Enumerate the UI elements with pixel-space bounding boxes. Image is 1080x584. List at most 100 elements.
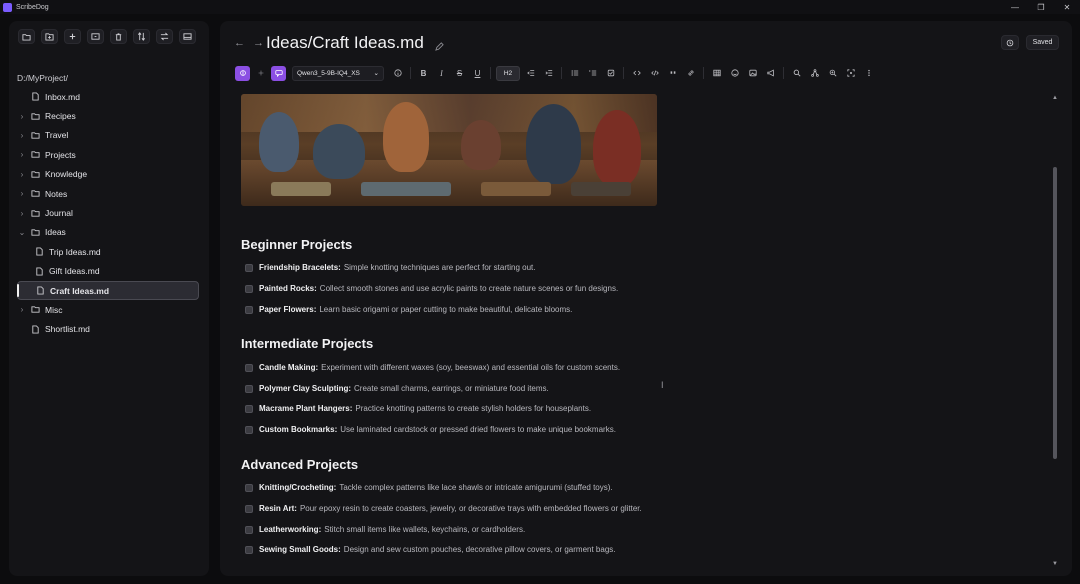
delete-button[interactable] — [110, 29, 127, 44]
task-checkbox[interactable] — [245, 525, 253, 534]
bold-button[interactable]: B — [416, 66, 431, 81]
search-button[interactable] — [789, 66, 804, 81]
tree-item-recipes[interactable]: › Recipes — [17, 106, 199, 125]
announce-button[interactable] — [763, 66, 778, 81]
swap-icon — [160, 32, 169, 41]
ai-assist-button[interactable] — [235, 65, 250, 81]
toggle-panel-button[interactable] — [179, 29, 196, 44]
bullet-list-button[interactable] — [567, 66, 582, 81]
indent-button[interactable] — [541, 66, 556, 81]
task-item: Resin Art: Pour epoxy resin to create coa… — [245, 504, 642, 513]
folder-icon — [30, 169, 40, 179]
focus-mode-button[interactable] — [843, 66, 858, 81]
info-button[interactable] — [390, 66, 405, 81]
task-checkbox[interactable] — [245, 284, 253, 293]
tree-item-knowledge[interactable]: › Knowledge — [17, 165, 199, 184]
underline-button[interactable]: U — [470, 66, 485, 81]
editor-toolbar: Qwen3_5-9B-IQ4_XS ⌄ B I S U H2 — [235, 64, 876, 82]
more-vertical-icon — [867, 69, 870, 77]
code-block-button[interactable] — [647, 66, 662, 81]
chevron-right-icon[interactable]: › — [17, 112, 27, 121]
new-folder-button[interactable] — [41, 29, 58, 44]
swap-button[interactable] — [156, 29, 173, 44]
search-icon — [793, 69, 801, 77]
tree-item-ideas[interactable]: ⌄ Ideas — [17, 223, 199, 242]
more-options-button[interactable] — [861, 66, 876, 81]
tree-item-gift-ideas[interactable]: Gift Ideas.md — [17, 262, 199, 281]
folder-icon — [30, 208, 40, 218]
tree-item-notes[interactable]: › Notes — [17, 184, 199, 203]
nav-arrows: ← → — [234, 37, 264, 49]
chevron-right-icon[interactable]: › — [17, 131, 27, 140]
tree-item-travel[interactable]: › Travel — [17, 126, 199, 145]
minimize-button[interactable]: — — [1002, 0, 1028, 14]
chevron-right-icon[interactable]: › — [17, 189, 27, 198]
tree-item-journal[interactable]: › Journal — [17, 203, 199, 222]
graph-button[interactable] — [807, 66, 822, 81]
checklist-button[interactable] — [603, 66, 618, 81]
open-folder-button[interactable] — [18, 29, 35, 44]
inline-code-button[interactable] — [629, 66, 644, 81]
scroll-thumb[interactable] — [1053, 167, 1057, 459]
model-select[interactable]: Qwen3_5-9B-IQ4_XS ⌄ — [292, 65, 384, 81]
task-checkbox[interactable] — [245, 263, 253, 272]
file-tree: Inbox.md › Recipes › Travel › Projects ›… — [17, 87, 199, 339]
emoji-button[interactable] — [727, 66, 742, 81]
image-button[interactable] — [745, 66, 760, 81]
ai-disabled-button[interactable] — [253, 66, 268, 81]
tree-item-projects[interactable]: › Projects — [17, 145, 199, 164]
model-select-value: Qwen3_5-9B-IQ4_XS — [297, 69, 360, 77]
task-checkbox[interactable] — [245, 545, 253, 554]
outdent-button[interactable] — [523, 66, 538, 81]
task-item: Polymer Clay Sculpting: Create small char… — [245, 384, 549, 393]
zoom-in-button[interactable] — [825, 66, 840, 81]
document-content[interactable]: Beginner Projects Friendship Bracelets: S… — [220, 93, 1050, 576]
tree-item-trip-ideas[interactable]: Trip Ideas.md — [17, 242, 199, 261]
chat-icon — [274, 70, 283, 77]
scroll-down-icon[interactable]: ▼ — [1052, 561, 1058, 567]
task-checkbox[interactable] — [245, 363, 253, 372]
pencil-icon[interactable] — [435, 38, 444, 56]
heading-select[interactable]: H2 — [496, 65, 520, 81]
task-checkbox[interactable] — [245, 404, 253, 413]
title-bar: ScribeDog — ❐ ✕ — [0, 0, 1080, 14]
strikethrough-button[interactable]: S — [452, 66, 467, 81]
task-checkbox[interactable] — [245, 305, 253, 314]
task-item: Sewing Small Goods: Design and sew custom… — [245, 545, 616, 554]
app-logo-icon — [3, 2, 12, 12]
quote-button[interactable] — [665, 66, 680, 81]
forward-arrow-icon[interactable]: → — [253, 37, 264, 49]
chevron-right-icon[interactable]: › — [17, 305, 27, 314]
numbered-list-icon — [588, 70, 596, 76]
folder-open-icon — [30, 227, 40, 237]
maximize-button[interactable]: ❐ — [1028, 0, 1054, 14]
zoom-in-icon — [829, 69, 836, 77]
ai-chat-button[interactable] — [271, 65, 286, 81]
task-checkbox[interactable] — [245, 504, 253, 513]
scroll-up-icon[interactable]: ▲ — [1052, 95, 1058, 101]
file-icon — [30, 92, 40, 102]
file-icon — [30, 324, 40, 334]
chevron-right-icon[interactable]: › — [17, 150, 27, 159]
import-button[interactable] — [87, 29, 104, 44]
link-button[interactable] — [683, 66, 698, 81]
numbered-list-button[interactable] — [585, 66, 600, 81]
italic-button[interactable]: I — [434, 66, 449, 81]
tree-item-craft-ideas[interactable]: Craft Ideas.md — [17, 280, 199, 301]
chevron-right-icon[interactable]: › — [17, 209, 27, 218]
tree-item-inbox[interactable]: Inbox.md — [17, 87, 199, 106]
tree-item-misc[interactable]: › Misc — [17, 300, 199, 319]
close-button[interactable]: ✕ — [1054, 0, 1080, 14]
task-checkbox[interactable] — [245, 384, 253, 393]
history-button[interactable] — [1001, 35, 1019, 50]
chevron-down-icon[interactable]: ⌄ — [17, 228, 27, 237]
back-arrow-icon[interactable]: ← — [234, 37, 245, 49]
chevron-right-icon[interactable]: › — [17, 170, 27, 179]
new-file-button[interactable] — [64, 29, 81, 44]
scrollbar[interactable]: ▲ ▼ — [1052, 95, 1058, 567]
table-button[interactable] — [709, 66, 724, 81]
tree-item-shortlist[interactable]: Shortlist.md — [17, 320, 199, 339]
task-checkbox[interactable] — [245, 425, 253, 434]
task-checkbox[interactable] — [245, 483, 253, 492]
sort-button[interactable] — [133, 29, 150, 44]
